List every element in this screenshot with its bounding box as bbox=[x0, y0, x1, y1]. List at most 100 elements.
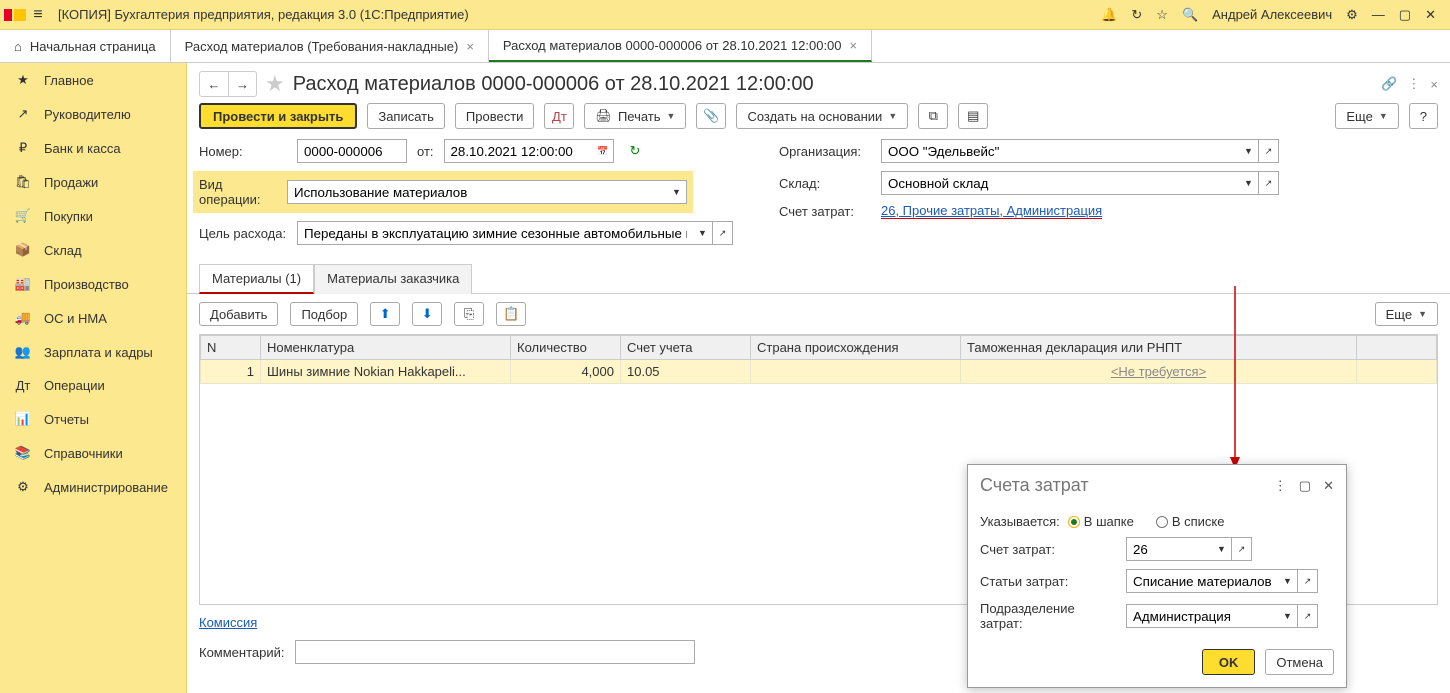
cancel-button[interactable]: Отмена bbox=[1265, 649, 1334, 675]
settings-icon[interactable]: ⚙ bbox=[1346, 7, 1358, 23]
col-n[interactable]: N bbox=[201, 336, 261, 360]
tab-home-label: Начальная страница bbox=[30, 39, 156, 54]
tab-materials[interactable]: Материалы (1) bbox=[199, 264, 314, 294]
warehouse-input[interactable] bbox=[881, 171, 1239, 195]
chevron-down-icon[interactable]: ▼ bbox=[1239, 171, 1259, 195]
page-title: Расход материалов 0000-000006 от 28.10.2… bbox=[293, 73, 814, 96]
close-icon[interactable]: ✕ bbox=[1323, 478, 1334, 494]
bell-icon[interactable]: 🔔 bbox=[1101, 7, 1117, 23]
copy-button[interactable]: ⎘ bbox=[454, 302, 484, 326]
cost-acc-link[interactable]: 26, Прочие затраты, Администрация bbox=[881, 203, 1102, 219]
menu-icon[interactable]: ≡ bbox=[26, 6, 50, 24]
sidebar-item-assets[interactable]: 🚚ОС и НМА bbox=[0, 301, 186, 335]
commission-link[interactable]: Комиссия bbox=[199, 615, 257, 630]
number-input[interactable] bbox=[297, 139, 407, 163]
date-input[interactable] bbox=[444, 139, 594, 163]
cell-acc: 10.05 bbox=[621, 360, 751, 384]
chevron-down-icon[interactable]: ▼ bbox=[693, 221, 713, 245]
open-icon[interactable]: ↗ bbox=[1259, 139, 1279, 163]
col-acc[interactable]: Счет учета bbox=[621, 336, 751, 360]
close-icon[interactable]: ✕ bbox=[1425, 7, 1436, 23]
more-button[interactable]: Еще bbox=[1335, 103, 1398, 129]
forward-button[interactable]: → bbox=[228, 72, 256, 96]
sidebar-item-sales[interactable]: 🛍Продажи bbox=[0, 165, 186, 199]
sidebar-item-production[interactable]: 🏭Производство bbox=[0, 267, 186, 301]
save-button[interactable]: Записать bbox=[367, 103, 445, 129]
comment-input[interactable] bbox=[295, 640, 695, 664]
items-input[interactable] bbox=[1126, 569, 1278, 593]
chevron-down-icon[interactable]: ▼ bbox=[1239, 139, 1259, 163]
open-icon[interactable]: ↗ bbox=[1298, 569, 1318, 593]
sidebar-item-hr[interactable]: 👥Зарплата и кадры bbox=[0, 335, 186, 369]
tab-customer-materials[interactable]: Материалы заказчика bbox=[314, 264, 472, 294]
calendar-icon[interactable]: 📅 bbox=[594, 139, 614, 163]
sidebar-item-warehouse[interactable]: 📦Склад bbox=[0, 233, 186, 267]
sidebar-item-bank[interactable]: ₽Банк и касса bbox=[0, 131, 186, 165]
sidebar-item-manager[interactable]: ↗Руководителю bbox=[0, 97, 186, 131]
search-icon[interactable]: 🔍 bbox=[1182, 7, 1198, 23]
chevron-down-icon[interactable]: ▼ bbox=[1278, 569, 1298, 593]
acc-input[interactable] bbox=[1126, 537, 1212, 561]
op-type-input[interactable] bbox=[287, 180, 667, 204]
move-down-button[interactable]: ⬇ bbox=[412, 302, 442, 326]
sidebar-item-purchases[interactable]: 🛒Покупки bbox=[0, 199, 186, 233]
attach-button[interactable]: 📎 bbox=[696, 103, 726, 129]
close-tab-icon[interactable]: × bbox=[466, 39, 474, 54]
link-icon[interactable]: 🔗 bbox=[1381, 76, 1397, 92]
open-icon[interactable]: ↗ bbox=[713, 221, 733, 245]
sidebar-item-operations[interactable]: ДтОперации bbox=[0, 369, 186, 402]
post-button[interactable]: Провести bbox=[455, 103, 535, 129]
ok-button[interactable]: OK bbox=[1202, 649, 1256, 675]
back-button[interactable]: ← bbox=[200, 72, 228, 96]
tab-home[interactable]: ⌂ Начальная страница bbox=[0, 30, 171, 62]
close-tab-icon[interactable]: × bbox=[850, 38, 858, 53]
minimize-icon[interactable]: — bbox=[1372, 7, 1385, 22]
table-more-button[interactable]: Еще bbox=[1375, 302, 1438, 326]
star-icon[interactable]: ☆ bbox=[1156, 7, 1168, 23]
post-and-close-button[interactable]: Провести и закрыть bbox=[199, 103, 357, 129]
create-based-button[interactable]: Создать на основании bbox=[736, 103, 908, 129]
paste-button[interactable]: 📋 bbox=[496, 302, 526, 326]
help-button[interactable]: ? bbox=[1409, 103, 1438, 129]
col-qty[interactable]: Количество bbox=[511, 336, 621, 360]
radio-in-list[interactable]: В списке bbox=[1156, 514, 1225, 529]
dept-input[interactable] bbox=[1126, 604, 1278, 628]
open-icon[interactable]: ↗ bbox=[1232, 537, 1252, 561]
structure-button[interactable]: ⧉ bbox=[918, 103, 948, 129]
kebab-icon[interactable]: ⋮ bbox=[1274, 478, 1287, 494]
dtkt-button[interactable]: Дт bbox=[544, 103, 574, 129]
col-gtd[interactable]: Таможенная декларация или РНПТ bbox=[961, 336, 1357, 360]
col-nomen[interactable]: Номенклатура bbox=[261, 336, 511, 360]
radio-in-header[interactable]: В шапке bbox=[1068, 514, 1134, 529]
number-label: Номер: bbox=[199, 144, 287, 159]
tab-document[interactable]: Расход материалов 0000-000006 от 28.10.2… bbox=[489, 30, 872, 62]
maximize-icon[interactable]: ▢ bbox=[1299, 478, 1311, 494]
pick-button[interactable]: Подбор bbox=[290, 302, 358, 326]
refresh-icon[interactable]: ↻ bbox=[630, 143, 641, 159]
close-page-icon[interactable]: × bbox=[1430, 77, 1438, 92]
add-button[interactable]: Добавить bbox=[199, 302, 278, 326]
username[interactable]: Андрей Алексеевич bbox=[1212, 7, 1332, 22]
box-icon: 📦 bbox=[14, 242, 32, 258]
kebab-icon[interactable]: ⋮ bbox=[1407, 76, 1420, 92]
purpose-input[interactable] bbox=[297, 221, 693, 245]
tab-requirements[interactable]: Расход материалов (Требования-накладные)… bbox=[171, 30, 489, 62]
history-icon[interactable]: ↻ bbox=[1131, 7, 1142, 23]
print-button[interactable]: 🖨Печать bbox=[584, 103, 686, 129]
chevron-down-icon[interactable]: ▼ bbox=[1278, 604, 1298, 628]
col-country[interactable]: Страна происхождения bbox=[751, 336, 961, 360]
open-icon[interactable]: ↗ bbox=[1298, 604, 1318, 628]
favorite-toggle[interactable]: ★ bbox=[265, 71, 285, 97]
open-icon[interactable]: ↗ bbox=[1259, 171, 1279, 195]
table-row[interactable]: 1 Шины зимние Nokian Hakkapeli... 4,000 … bbox=[201, 360, 1437, 384]
sidebar-item-catalogs[interactable]: 📚Справочники bbox=[0, 436, 186, 470]
sidebar-item-main[interactable]: ★Главное bbox=[0, 63, 186, 97]
sidebar-item-admin[interactable]: ⚙Администрирование bbox=[0, 470, 186, 504]
sidebar-item-reports[interactable]: 📊Отчеты bbox=[0, 402, 186, 436]
chevron-down-icon[interactable]: ▼ bbox=[667, 180, 687, 204]
maximize-icon[interactable]: ▢ bbox=[1399, 7, 1411, 23]
list-button[interactable]: ▤ bbox=[958, 103, 988, 129]
move-up-button[interactable]: ⬆ bbox=[370, 302, 400, 326]
org-input[interactable] bbox=[881, 139, 1239, 163]
chevron-down-icon[interactable]: ▼ bbox=[1212, 537, 1232, 561]
